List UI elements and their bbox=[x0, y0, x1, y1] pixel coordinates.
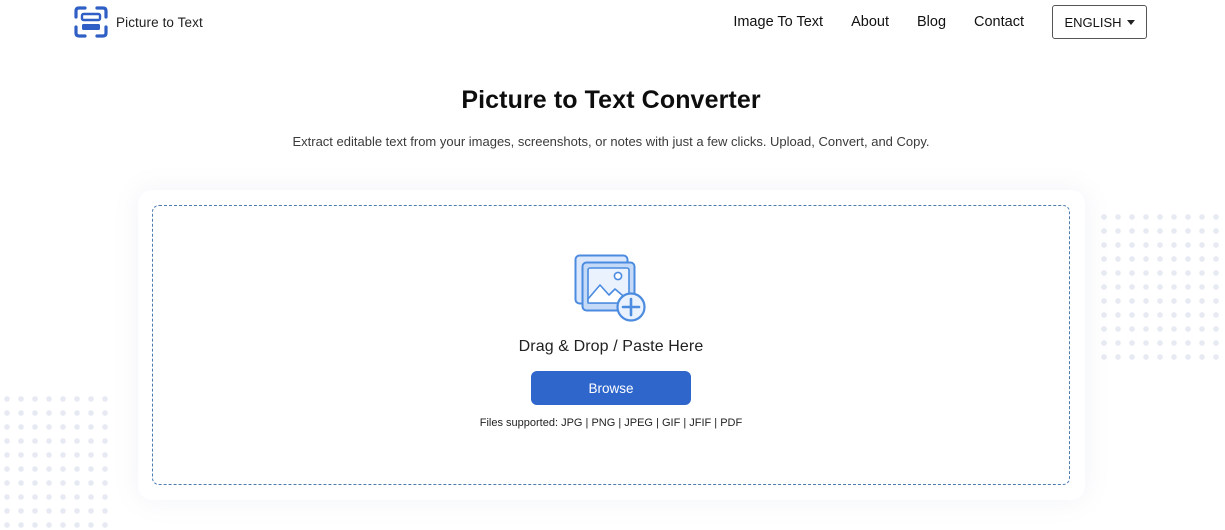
brand-name: Picture to Text bbox=[116, 14, 203, 30]
caret-down-icon bbox=[1126, 19, 1135, 25]
nav-link-contact[interactable]: Contact bbox=[974, 14, 1024, 30]
brand-logo[interactable]: Picture to Text bbox=[74, 6, 203, 38]
dot-pattern-decoration bbox=[0, 392, 108, 530]
page-subtitle: Extract editable text from your images, … bbox=[292, 134, 930, 149]
main-nav: Image To Text About Blog Contact ENGLISH bbox=[733, 4, 1147, 40]
add-image-icon bbox=[574, 254, 648, 329]
browse-button[interactable]: Browse bbox=[531, 371, 691, 405]
dot-pattern-decoration bbox=[1097, 210, 1225, 362]
nav-link-blog[interactable]: Blog bbox=[917, 14, 946, 30]
page-title: Picture to Text Converter bbox=[461, 86, 761, 114]
language-label: ENGLISH bbox=[1064, 14, 1122, 30]
page: Picture to Text Image To Text About Blog… bbox=[0, 0, 1225, 530]
drop-instructions: Drag & Drop / Paste Here bbox=[518, 338, 704, 355]
nav-link-image-to-text[interactable]: Image To Text bbox=[733, 14, 823, 30]
language-dropdown[interactable]: ENGLISH bbox=[1052, 5, 1147, 39]
scan-document-icon bbox=[74, 6, 108, 38]
supported-formats: Files supported: JPG | PNG | JPEG | GIF … bbox=[479, 417, 743, 429]
nav-link-about[interactable]: About bbox=[851, 14, 889, 30]
